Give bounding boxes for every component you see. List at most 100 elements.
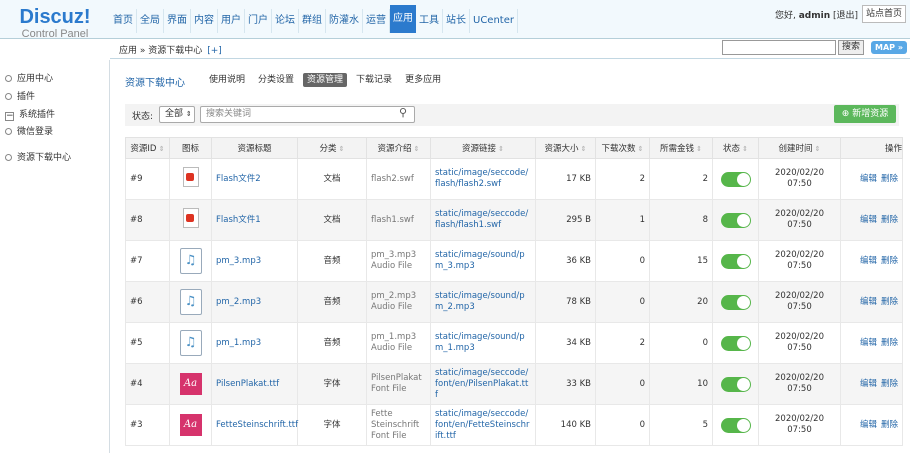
delete-link[interactable]: 删除 bbox=[881, 256, 898, 266]
nav-item-3[interactable]: 内容 bbox=[191, 9, 218, 33]
resource-link[interactable]: static/image/seccode/font/en/PilsenPlaka… bbox=[430, 363, 536, 405]
tab-1[interactable]: 分类设置 bbox=[254, 73, 298, 87]
column-header[interactable]: 下载次数 ⇕ bbox=[595, 137, 650, 159]
status-select[interactable]: 全部 ⇕ bbox=[159, 106, 195, 123]
status-toggle[interactable] bbox=[720, 335, 751, 351]
resource-title[interactable]: pm_1.mp3 bbox=[211, 322, 298, 364]
edit-link[interactable]: 编辑 bbox=[860, 379, 877, 389]
nav-item-6[interactable]: 论坛 bbox=[272, 9, 299, 33]
add-resource-button[interactable]: ⊕ 新增资源 bbox=[834, 105, 896, 123]
column-header[interactable]: 资源大小 ⇕ bbox=[535, 137, 596, 159]
nav-item-11[interactable]: 工具 bbox=[416, 9, 443, 33]
logo-sub: Control Panel bbox=[21, 28, 89, 40]
nav-item-4[interactable]: 用户 bbox=[218, 9, 245, 33]
nav-item-2[interactable]: 界面 bbox=[164, 9, 191, 33]
status-toggle[interactable] bbox=[720, 294, 751, 310]
tab-4[interactable]: 更多应用 bbox=[401, 73, 445, 87]
delete-link[interactable]: 删除 bbox=[881, 338, 898, 348]
sidebar-item-plugins[interactable]: 插件 bbox=[5, 91, 35, 103]
edit-link[interactable]: 编辑 bbox=[860, 174, 877, 184]
keyword-search-input[interactable]: 搜索关键词 bbox=[200, 106, 415, 123]
tab-3[interactable]: 下载记录 bbox=[352, 73, 396, 87]
delete-link[interactable]: 删除 bbox=[881, 174, 898, 184]
nav-item-7[interactable]: 群组 bbox=[299, 9, 326, 33]
sort-icon[interactable]: ⇕ bbox=[496, 145, 504, 153]
nav-item-5[interactable]: 门户 bbox=[245, 9, 272, 33]
search-icon[interactable]: ⚲ bbox=[399, 106, 407, 119]
delete-link[interactable]: 删除 bbox=[881, 297, 898, 307]
nav-item-13[interactable]: UCenter bbox=[470, 9, 518, 33]
edit-link[interactable]: 编辑 bbox=[860, 297, 877, 307]
status-toggle[interactable] bbox=[720, 417, 751, 433]
sort-icon[interactable]: ⇕ bbox=[336, 145, 345, 153]
column-header[interactable]: 资源ID ⇕ bbox=[125, 137, 170, 159]
nav-item-12[interactable]: 站长 bbox=[443, 9, 470, 33]
logo[interactable]: Discuz! Control Panel bbox=[0, 0, 110, 40]
status-toggle[interactable] bbox=[720, 212, 751, 228]
sidebar-item-app-center[interactable]: 应用中心 bbox=[5, 73, 53, 85]
column-header[interactable]: 资源介绍 ⇕ bbox=[366, 137, 431, 159]
nav-item-8[interactable]: 防灌水 bbox=[326, 9, 363, 33]
sort-icon[interactable]: ⇕ bbox=[694, 145, 702, 153]
edit-link[interactable]: 编辑 bbox=[860, 256, 877, 266]
resource-link[interactable]: static/image/sound/pm_1.mp3 bbox=[430, 322, 536, 364]
sort-icon[interactable]: ⇕ bbox=[411, 145, 420, 153]
sort-icon[interactable]: ⇕ bbox=[156, 145, 165, 153]
resource-title[interactable]: Flash文件1 bbox=[211, 199, 298, 241]
admin-search-input[interactable] bbox=[722, 40, 836, 55]
resource-title[interactable]: pm_3.mp3 bbox=[211, 240, 298, 282]
created-time: 2020/02/20 07:50 bbox=[758, 158, 841, 200]
tab-2[interactable]: 资源管理 bbox=[303, 73, 348, 87]
status-toggle[interactable] bbox=[720, 253, 751, 269]
sidebar-item-download-center[interactable]: 资源下载中心 bbox=[5, 152, 71, 164]
delete-link[interactable]: 删除 bbox=[881, 420, 898, 430]
edit-link[interactable]: 编辑 bbox=[860, 215, 877, 225]
resource-link[interactable]: static/image/seccode/font/en/FetteSteins… bbox=[430, 404, 536, 446]
sidebar-item-system-plugins[interactable]: − 系统插件 bbox=[5, 109, 55, 121]
resource-link[interactable]: static/image/sound/pm_2.mp3 bbox=[430, 281, 536, 323]
site-home-button[interactable]: 站点首页 bbox=[862, 5, 906, 23]
delete-link[interactable]: 删除 bbox=[881, 215, 898, 225]
resource-link[interactable]: static/image/seccode/flash/flash1.swf bbox=[430, 199, 536, 241]
sort-icon[interactable]: ⇕ bbox=[578, 145, 587, 153]
created-time: 2020/02/20 07:50 bbox=[758, 363, 841, 405]
column-header[interactable]: 所需金钱 ⇕ bbox=[649, 137, 713, 159]
status-toggle[interactable] bbox=[720, 376, 751, 392]
column-header[interactable]: 状态 ⇕ bbox=[712, 137, 759, 159]
resource-title[interactable]: pm_2.mp3 bbox=[211, 281, 298, 323]
logout-link[interactable]: [退出] bbox=[833, 11, 858, 21]
page-title: 资源下载中心 bbox=[125, 78, 185, 89]
resource-title[interactable]: PilsenPlakat.ttf bbox=[211, 363, 298, 405]
map-button[interactable]: MAP » bbox=[871, 41, 907, 54]
sidebar-item-wechat-login[interactable]: 微信登录 bbox=[5, 126, 53, 138]
sort-icon[interactable]: ⇕ bbox=[812, 145, 821, 153]
admin-search-button[interactable]: 搜索 bbox=[838, 40, 864, 55]
nav-item-0[interactable]: 首页 bbox=[110, 9, 137, 33]
column-header[interactable]: 分类 ⇕ bbox=[297, 137, 367, 159]
sort-icon[interactable]: ⇕ bbox=[635, 145, 644, 153]
pdf-file-icon bbox=[182, 208, 199, 228]
resource-title[interactable]: Flash文件2 bbox=[211, 158, 298, 200]
column-header[interactable]: 创建时间 ⇕ bbox=[758, 137, 841, 159]
collapse-icon[interactable]: − bbox=[5, 112, 14, 121]
font-file-icon: Aa bbox=[179, 414, 202, 436]
nav-item-1[interactable]: 全局 bbox=[137, 9, 164, 33]
delete-link[interactable]: 删除 bbox=[881, 379, 898, 389]
status-toggle[interactable] bbox=[720, 171, 751, 187]
status-cell bbox=[712, 199, 759, 241]
resource-link[interactable]: static/image/sound/pm_3.mp3 bbox=[430, 240, 536, 282]
tab-0[interactable]: 使用说明 bbox=[205, 73, 249, 87]
sort-icon[interactable]: ⇕ bbox=[740, 145, 748, 153]
resource-intro: pm_3.mp3 Audio File bbox=[366, 240, 431, 282]
column-header[interactable]: 资源链接 ⇕ bbox=[430, 137, 536, 159]
edit-link[interactable]: 编辑 bbox=[860, 338, 877, 348]
table-row: #5 ♫ pm_1.mp3 音频 pm_1.mp3 Audio File static/i… bbox=[125, 322, 903, 364]
nav-item-9[interactable]: 运营 bbox=[363, 9, 390, 33]
nav-item-10[interactable]: 应用 bbox=[390, 5, 416, 33]
add-shortcut-link[interactable]: [+] bbox=[207, 46, 222, 56]
resource-id: #7 bbox=[125, 240, 170, 282]
edit-link[interactable]: 编辑 bbox=[860, 420, 877, 430]
resource-intro: flash1.swf bbox=[366, 199, 431, 241]
resource-title[interactable]: FetteSteinschrift.ttf bbox=[211, 404, 298, 446]
resource-link[interactable]: static/image/seccode/flash/flash2.swf bbox=[430, 158, 536, 200]
